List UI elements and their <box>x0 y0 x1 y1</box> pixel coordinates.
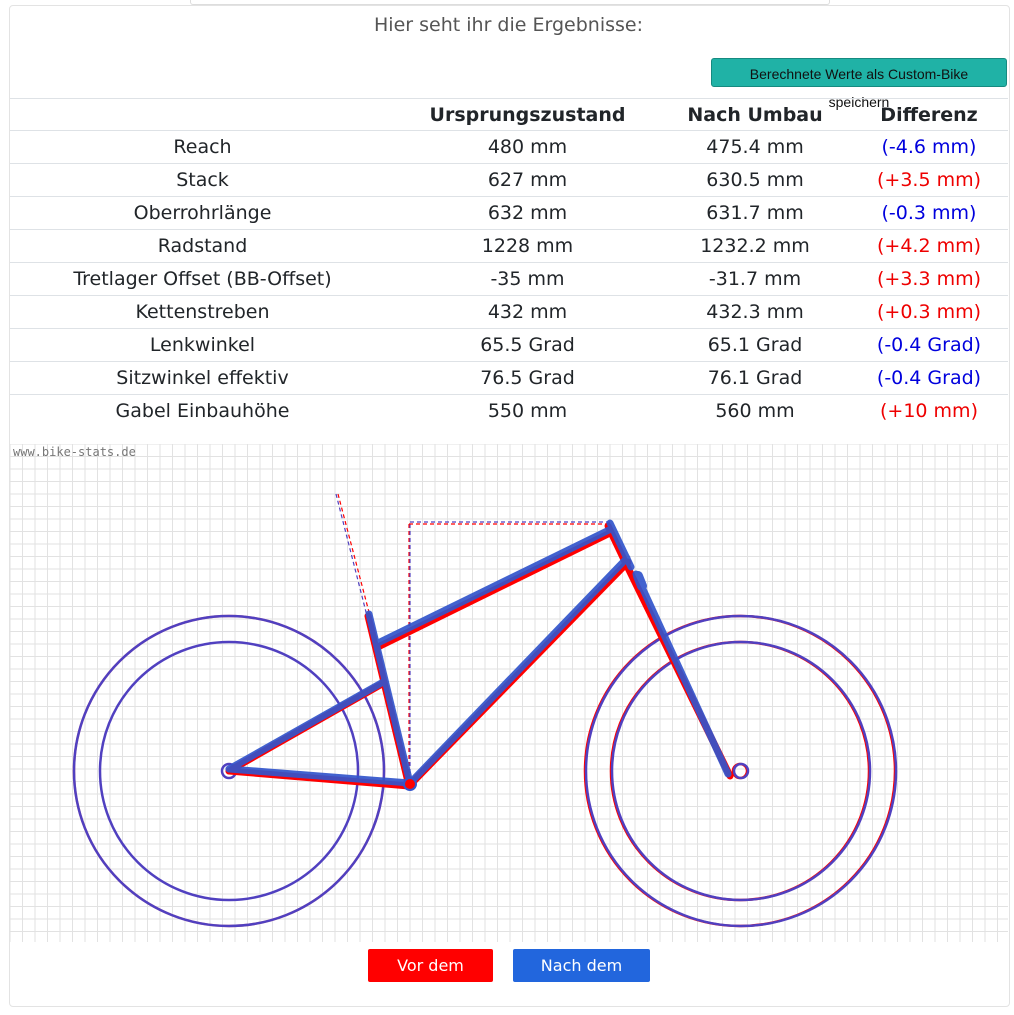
row-label: Tretlager Offset (BB-Offset) <box>10 262 395 296</box>
row-label: Reach <box>10 130 395 164</box>
grid <box>9 443 1008 942</box>
table-row: Gabel Einbauhöhe 550 mm 560 mm (+10 mm) <box>10 394 1008 427</box>
table-row: Radstand 1228 mm 1232.2 mm (+4.2 mm) <box>10 229 1008 263</box>
value-difference: (+3.3 mm) <box>850 262 1008 296</box>
column-header-label <box>10 98 395 131</box>
table-row: Oberrohrlänge 632 mm 631.7 mm (-0.3 mm) <box>10 196 1008 230</box>
table-row: Lenkwinkel 65.5 Grad 65.1 Grad (-0.4 Grad) <box>10 328 1008 362</box>
value-new: -31.7 mm <box>660 262 850 296</box>
value-difference: (+10 mm) <box>850 394 1008 427</box>
value-original: 1228 mm <box>395 229 660 263</box>
value-new: 560 mm <box>660 394 850 427</box>
value-new: 630.5 mm <box>660 163 850 197</box>
value-original: 632 mm <box>395 196 660 230</box>
row-label: Stack <box>10 163 395 197</box>
bottom-bracket <box>403 777 417 791</box>
row-label: Sitzwinkel effektiv <box>10 361 395 395</box>
value-original: 627 mm <box>395 163 660 197</box>
value-new: 65.1 Grad <box>660 328 850 362</box>
bike-geometry-drawing: www.bike-stats.de <box>9 443 1008 942</box>
value-difference: (+0.3 mm) <box>850 295 1008 329</box>
table-row: Tretlager Offset (BB-Offset) -35 mm -31.7 … <box>10 262 1008 296</box>
legend-after-conversion[interactable]: Nach dem Umbau <box>513 949 650 1008</box>
value-new: 76.1 Grad <box>660 361 850 395</box>
row-label: Kettenstreben <box>10 295 395 329</box>
row-label: Gabel Einbauhöhe <box>10 394 395 427</box>
seat-angle-guide-after <box>335 493 368 617</box>
value-original: 76.5 Grad <box>395 361 660 395</box>
row-label: Lenkwinkel <box>10 328 395 362</box>
value-new: 432.3 mm <box>660 295 850 329</box>
table-row: Kettenstreben 432 mm 432.3 mm (+0.3 mm) <box>10 295 1008 329</box>
table-row: Sitzwinkel effektiv 76.5 Grad 76.1 Grad (-0… <box>10 361 1008 395</box>
value-original: 480 mm <box>395 130 660 164</box>
seat-angle-guide-before <box>337 493 371 617</box>
row-label: Radstand <box>10 229 395 263</box>
value-new: 631.7 mm <box>660 196 850 230</box>
results-heading: Hier seht ihr die Ergebnisse: <box>374 14 643 36</box>
headset-after <box>633 571 647 591</box>
value-difference: (-0.3 mm) <box>850 196 1008 230</box>
downtube-after <box>406 554 631 787</box>
column-header-original: Ursprungszustand <box>395 98 660 131</box>
value-difference: (-4.6 mm) <box>850 130 1008 164</box>
value-new: 475.4 mm <box>660 130 850 164</box>
bike-geometry-canvas: www.bike-stats.de <box>9 443 1008 942</box>
toptube-after <box>374 526 613 647</box>
value-original: 65.5 Grad <box>395 328 660 362</box>
row-label: Oberrohrlänge <box>10 196 395 230</box>
column-header-difference: Differenz <box>850 98 1008 131</box>
value-difference: (+4.2 mm) <box>850 229 1008 263</box>
value-new: 1232.2 mm <box>660 229 850 263</box>
watermark-text: www.bike-stats.de <box>13 445 136 459</box>
column-header-new: Nach Umbau <box>660 98 850 131</box>
table-row: Stack 627 mm 630.5 mm (+3.5 mm) <box>10 163 1008 197</box>
save-custom-bike-button[interactable]: Berechnete Werte als Custom-Bike speiche… <box>711 58 1007 110</box>
value-original: 432 mm <box>395 295 660 329</box>
value-difference: (+3.5 mm) <box>850 163 1008 197</box>
table-row: Reach 480 mm 475.4 mm (-4.6 mm) <box>10 130 1008 164</box>
legend-before-conversion[interactable]: Vor dem Umbau <box>368 949 493 1008</box>
value-original: -35 mm <box>395 262 660 296</box>
table-header-row: Ursprungszustand Nach Umbau Differenz <box>10 98 1008 131</box>
value-difference: (-0.4 Grad) <box>850 328 1008 362</box>
results-table: Ursprungszustand Nach Umbau Differenz Re… <box>10 98 1008 427</box>
value-original: 550 mm <box>395 394 660 427</box>
value-difference: (-0.4 Grad) <box>850 361 1008 395</box>
